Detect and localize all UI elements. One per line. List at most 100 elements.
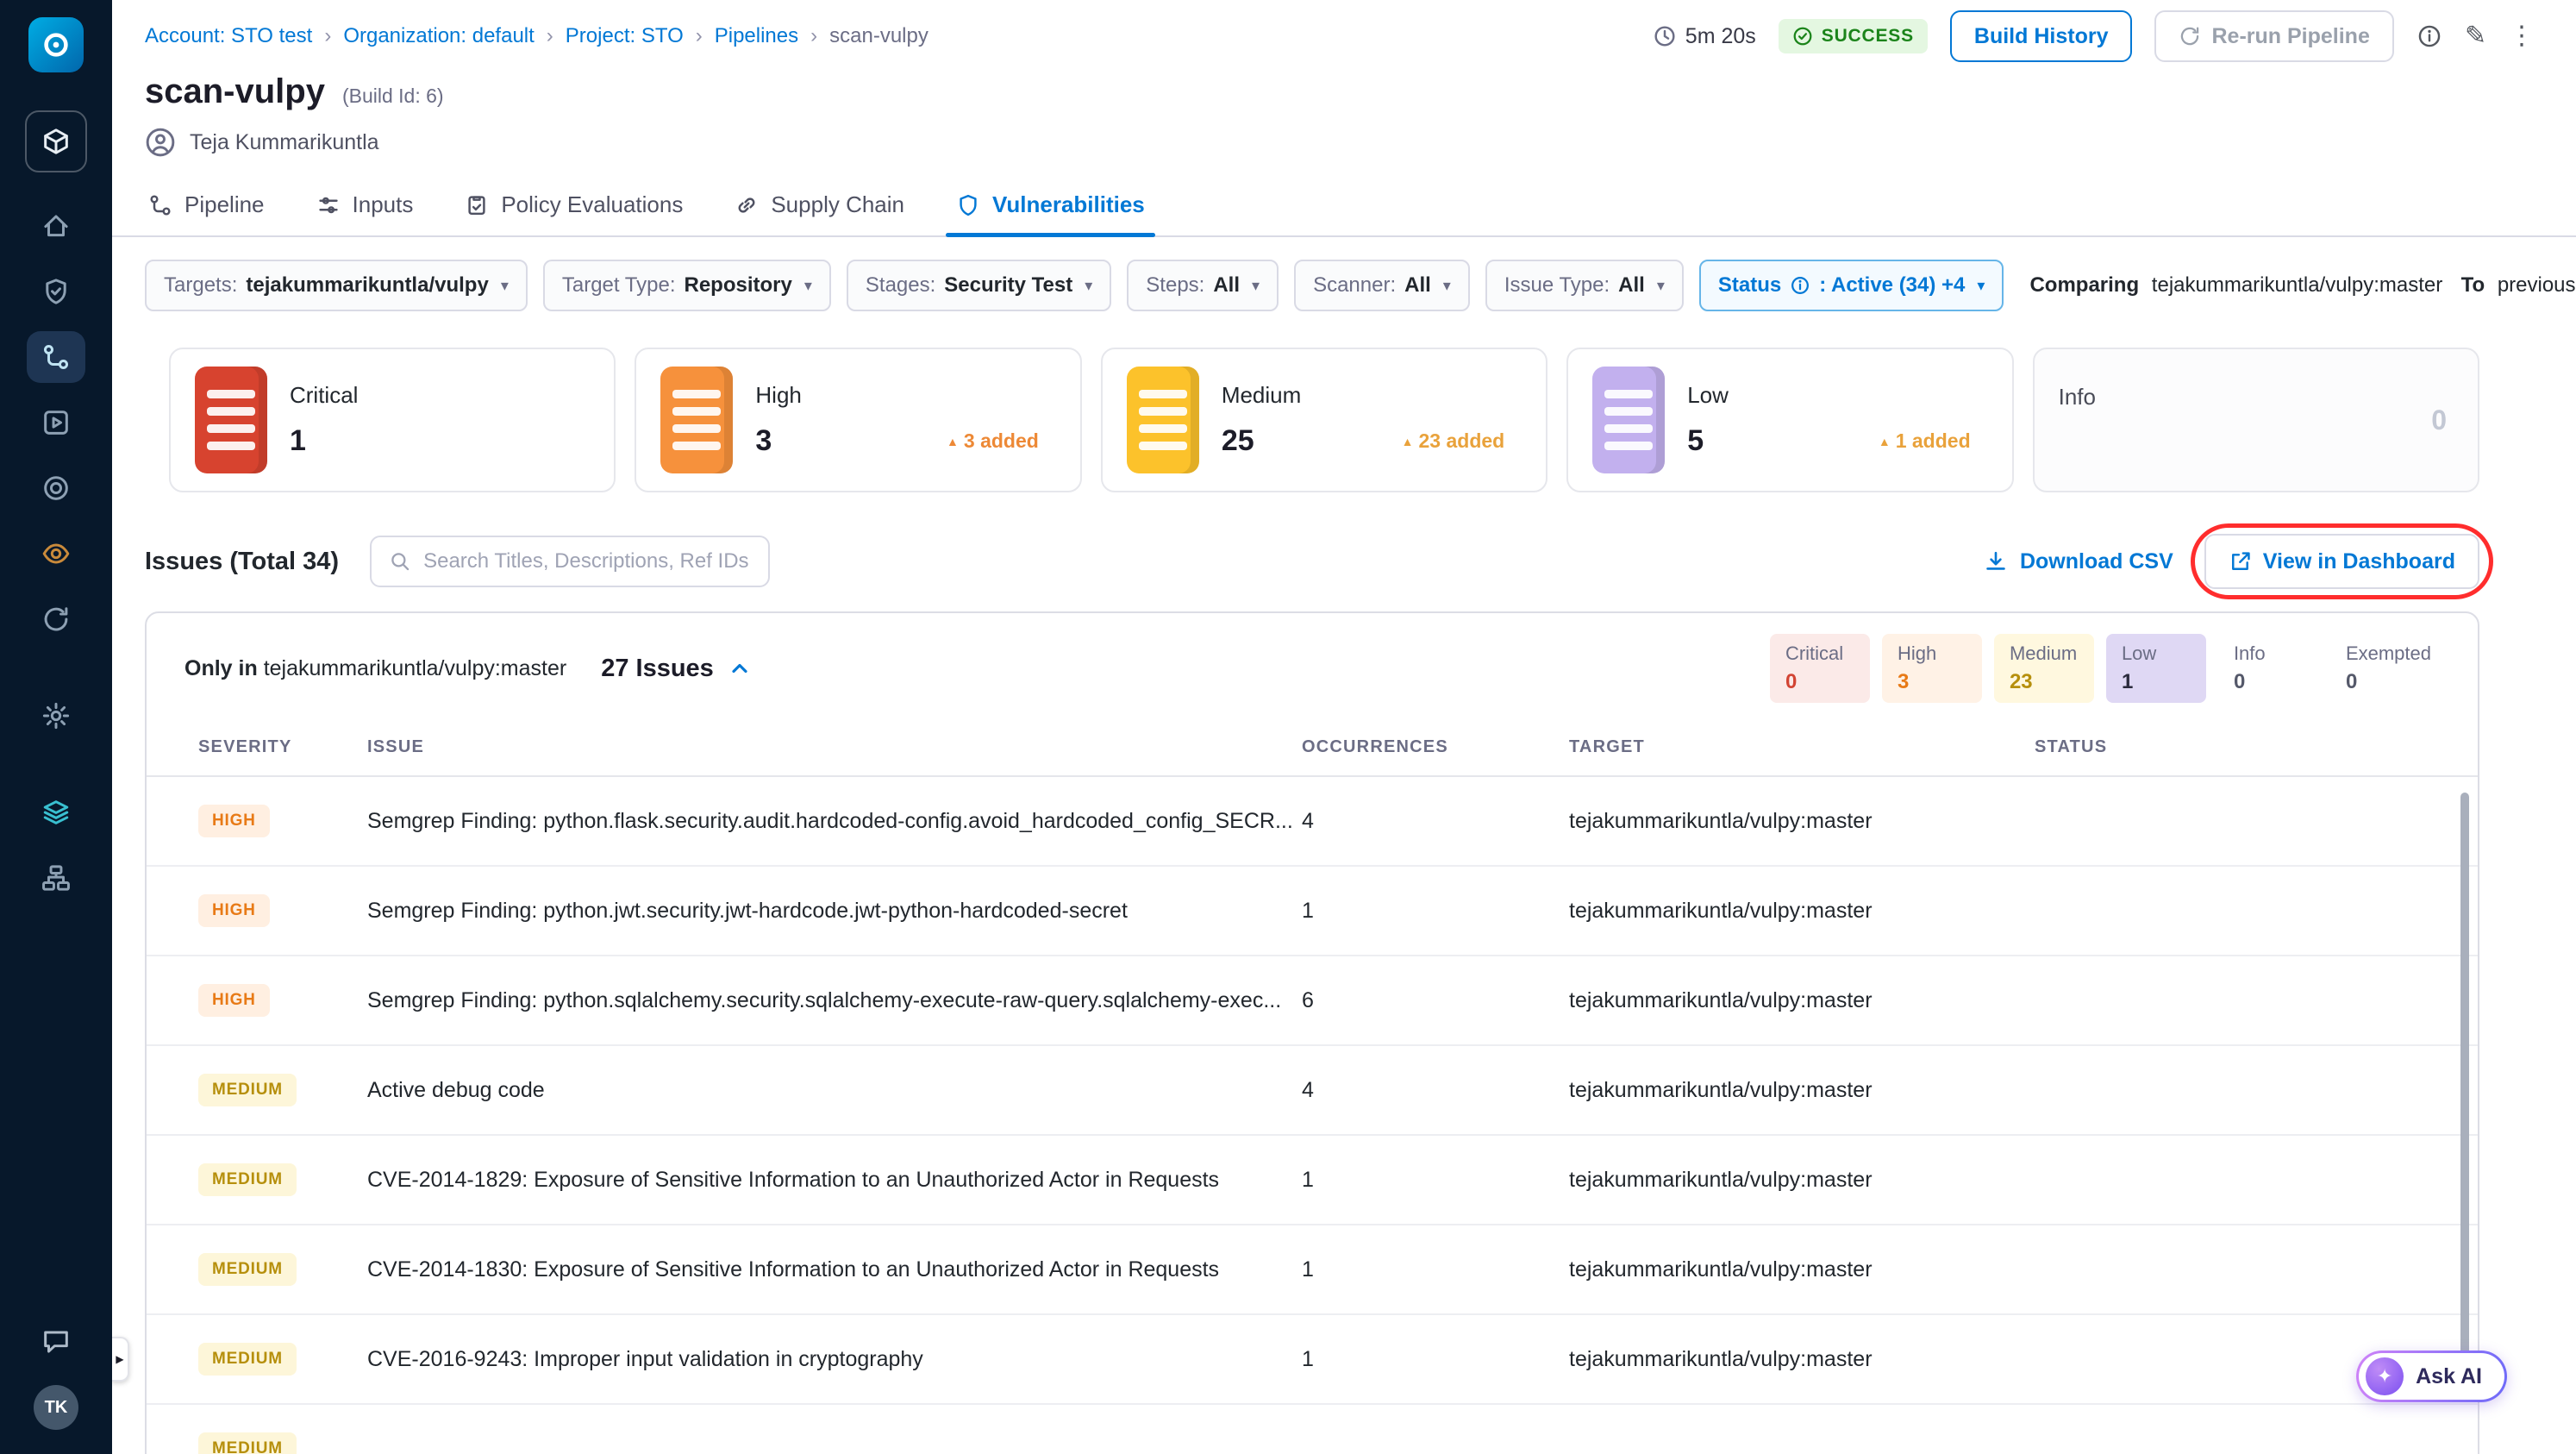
clock-icon: [1654, 26, 1675, 47]
severity-card-medium: Medium 25 ▲ 23 added: [1100, 348, 1548, 492]
breadcrumb-item[interactable]: Account: STO test: [145, 24, 312, 48]
kebab-menu-icon[interactable]: ⋮: [2509, 23, 2535, 49]
nav-organizations[interactable]: [27, 852, 85, 904]
sliders-icon: [316, 193, 341, 217]
nav-policies[interactable]: [27, 266, 85, 317]
filter-pill-scanner[interactable]: Scanner: All ▾: [1294, 260, 1470, 311]
issue-title: Active debug code: [367, 1077, 545, 1102]
nav-gitops[interactable]: [27, 593, 85, 645]
table-row[interactable]: HIGH Semgrep Finding: python.jwt.securit…: [147, 867, 2478, 956]
nav-executions[interactable]: [27, 397, 85, 448]
breadcrumb-item: scan-vulpy: [829, 24, 928, 47]
nav-settings[interactable]: [27, 690, 85, 742]
filter-pill-status[interactable]: Status : Active (34) +4 ▾: [1698, 260, 2004, 311]
pipeline-icon: [148, 193, 172, 217]
chevron-down-icon: ▾: [803, 276, 812, 294]
nav-pipelines[interactable]: [27, 331, 85, 383]
tab-pipeline[interactable]: Pipeline: [148, 191, 265, 235]
collapse-chevron-icon[interactable]: [728, 656, 752, 680]
nav-security-tests[interactable]: [27, 528, 85, 580]
chevron-down-icon: ▾: [1442, 276, 1451, 294]
issue-title: Semgrep Finding: python.jwt.security.jwt…: [367, 898, 1128, 923]
edit-icon[interactable]: ✎: [2465, 23, 2486, 49]
issue-target: tejakummarikuntla/vulpy:master: [1569, 1167, 1873, 1192]
rerun-pipeline-button[interactable]: Re-run Pipeline: [2154, 10, 2394, 62]
tab-bar: Pipeline Inputs Policy Evaluations Supply C…: [112, 182, 2576, 237]
home-icon: [41, 211, 71, 241]
nav-targets[interactable]: [27, 462, 85, 514]
breadcrumb-item[interactable]: Pipelines: [715, 24, 798, 48]
column-header-status: STATUS: [2035, 736, 2108, 756]
tab-inputs[interactable]: Inputs: [316, 191, 413, 235]
severity-card-label: Critical: [290, 382, 359, 408]
module-switcher[interactable]: [25, 110, 87, 172]
view-in-dashboard-button[interactable]: View in Dashboard: [2204, 534, 2479, 589]
table-row[interactable]: MEDIUM CVE-2014-1829: Exposure of Sensit…: [147, 1136, 2478, 1225]
table-row[interactable]: MEDIUM Active debug code 4 tejakummariku…: [147, 1046, 2478, 1136]
info-icon[interactable]: [2417, 23, 2442, 49]
severity-summary: Critical 0 High 3 Medium 23 Low 1 Info 0…: [1769, 634, 2447, 703]
clipboard-icon: [465, 193, 489, 217]
summary-chip-high: High 3: [1881, 634, 1982, 703]
severity-card-count: 0: [2431, 404, 2448, 436]
up-triangle-icon: ▲: [947, 434, 959, 448]
filter-pill-target-type[interactable]: Target Type: Repository ▾: [542, 260, 831, 311]
author-row: Teja Kummarikuntla: [112, 127, 2576, 158]
user-avatar[interactable]: TK: [34, 1385, 78, 1430]
left-nav: TK: [0, 0, 112, 1454]
severity-badge: MEDIUM: [198, 1074, 297, 1106]
tab-supply-chain[interactable]: Supply Chain: [735, 191, 904, 235]
table-row[interactable]: MEDIUM CVE-2014-1830: Exposure of Sensit…: [147, 1225, 2478, 1315]
severity-card-label: Info: [2058, 384, 2096, 410]
status-badge: SUCCESS: [1778, 19, 1928, 53]
sidebar-expand-handle[interactable]: ▶: [112, 1337, 129, 1382]
table-row[interactable]: HIGH Semgrep Finding: python.flask.secur…: [147, 777, 2478, 867]
chat-icon[interactable]: [27, 1316, 85, 1368]
issue-occurrences: 6: [1302, 987, 1314, 1012]
ask-ai-button[interactable]: ✦ Ask AI: [2356, 1351, 2507, 1402]
play-icon: [41, 408, 71, 437]
info-icon: [1790, 275, 1810, 296]
breadcrumb-item[interactable]: Project: STO: [566, 24, 684, 48]
severity-card-icon: [1126, 367, 1199, 473]
breadcrumb-separator: ›: [546, 24, 553, 47]
table-row[interactable]: HIGH Semgrep Finding: python.sqlalchemy.…: [147, 956, 2478, 1046]
person-icon: [145, 127, 176, 158]
scrollbar-thumb[interactable]: [2460, 793, 2469, 1379]
harness-logo-icon[interactable]: [28, 17, 84, 72]
severity-badge: HIGH: [198, 894, 270, 927]
nav-artifacts[interactable]: [27, 787, 85, 838]
app-root: TK Account: STO test › Organization: defau…: [0, 0, 2576, 1454]
build-history-button[interactable]: Build History: [1949, 10, 2133, 62]
nav-home[interactable]: [27, 200, 85, 252]
tab-vulnerabilities[interactable]: Vulnerabilities: [945, 191, 1156, 236]
tab-policy-evaluations[interactable]: Policy Evaluations: [465, 191, 683, 235]
layers-icon: [41, 798, 71, 827]
table-row[interactable]: MEDIUM: [147, 1405, 2478, 1454]
filter-pill-steps[interactable]: Steps: All ▾: [1127, 260, 1279, 311]
summary-chip-medium: Medium 23: [1993, 634, 2094, 703]
breadcrumb-separator: ›: [810, 24, 818, 47]
issues-panel-header: Only in tejakummarikuntla/vulpy:master 2…: [147, 613, 2478, 718]
chevron-down-icon: ▾: [1977, 276, 1985, 294]
download-csv-button[interactable]: Download CSV: [1984, 549, 2173, 574]
column-header-severity: SEVERITY: [198, 736, 292, 756]
severity-card-label: High: [755, 382, 802, 408]
issue-target: tejakummarikuntla/vulpy:master: [1569, 1257, 1873, 1282]
issues-search-input[interactable]: [423, 549, 752, 573]
filter-pill-stages[interactable]: Stages: Security Test ▾: [846, 260, 1112, 311]
severity-card-low: Low 5 ▲ 1 added: [1566, 348, 2014, 492]
severity-card-icon: [660, 367, 734, 473]
column-header-occurrences: OCCURRENCES: [1302, 736, 1448, 756]
table-row[interactable]: MEDIUM CVE-2016-9243: Improper input val…: [147, 1315, 2478, 1405]
pipeline-icon: [41, 342, 71, 372]
breadcrumb-item[interactable]: Organization: default: [343, 24, 534, 48]
filter-pill-targets[interactable]: Targets: tejakummarikuntla/vulpy ▾: [145, 260, 528, 311]
comparing-text: Comparing tejakummarikuntla/vulpy:master…: [2029, 273, 2576, 297]
external-link-icon: [2231, 552, 2250, 570]
severity-card-info: Info 0: [2032, 348, 2480, 492]
summary-chip-low: Low 1: [2105, 634, 2206, 703]
filter-pill-issue-type[interactable]: Issue Type: All ▾: [1485, 260, 1684, 311]
search-box[interactable]: [370, 536, 771, 587]
issues-header: Issues (Total 34) Download CSV View in D…: [145, 523, 2493, 599]
